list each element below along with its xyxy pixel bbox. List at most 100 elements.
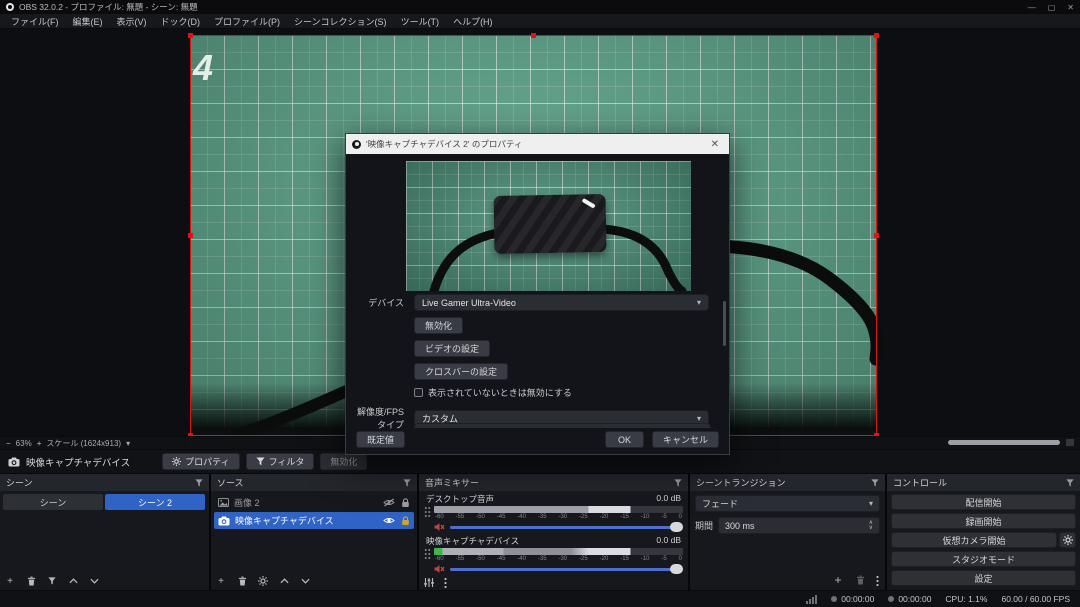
dialog-close-button[interactable]: ✕ [707,139,723,150]
scale-label: スケール (1624x913) [46,438,121,449]
volume-slider[interactable] [450,526,683,529]
duration-spinbox[interactable]: 300 ms ∧∨ [718,517,880,534]
lock-icon[interactable] [401,516,410,526]
record-time-stat: 00:00:00 [888,594,931,604]
virtual-camera-config-button[interactable] [1059,532,1076,548]
start-recording-button[interactable]: 録画開始 [891,513,1076,529]
selection-handle-left-center[interactable] [188,233,193,238]
dock-menu-icon[interactable] [195,479,203,487]
add-source-button[interactable]: + [215,575,227,587]
settings-button[interactable]: 設定 [891,570,1076,586]
volume-slider-handle[interactable] [670,564,683,574]
source-row-image[interactable]: 画像 2 [214,494,414,511]
maximize-button[interactable]: ▢ [1048,3,1056,12]
transitions-body: フェード ▾ 期間 300 ms ∧∨ + [690,491,885,590]
defaults-button[interactable]: 既定値 [356,431,405,448]
advanced-audio-button[interactable] [423,576,435,588]
transitions-dock-header[interactable]: シーントランジション [690,474,885,491]
transition-properties-kebab-icon[interactable] [876,575,879,586]
dialog-scrollbar-thumb[interactable] [723,301,726,346]
scale-caret-icon[interactable]: ▾ [126,439,130,448]
selection-handle-right-center[interactable] [874,233,879,238]
move-scene-down-button[interactable] [88,575,100,587]
menu-edit[interactable]: 編集(E) [66,15,110,28]
cancel-button[interactable]: キャンセル [652,431,719,448]
eye-slash-icon[interactable] [383,498,395,507]
chevron-down-icon: ▾ [869,499,873,508]
add-scene-button[interactable]: + [4,575,16,587]
lock-icon[interactable] [401,498,410,508]
controls-dock-header[interactable]: コントロール [887,474,1080,491]
configure-crossbar-button[interactable]: クロスバーの設定 [414,363,508,380]
menu-profile[interactable]: プロファイル(P) [207,15,287,28]
source-properties-dialog: '映像キャプチャデバイス 2' のプロパティ ✕ デバイス Live Gamer… [345,133,730,455]
selection-handle-top-right[interactable] [874,33,879,38]
configure-video-button[interactable]: ビデオの設定 [414,340,490,357]
mute-speaker-icon[interactable] [434,564,445,574]
filters-button[interactable]: フィルタ [246,453,315,470]
close-button[interactable]: ✕ [1067,3,1074,12]
menu-docks[interactable]: ドック(D) [154,15,208,28]
volume-slider[interactable] [450,568,683,571]
mixer-dock-header[interactable]: 音声ミキサー [419,474,688,491]
horizontal-scrollbar-thumb[interactable] [948,440,1060,445]
menu-help[interactable]: ヘルプ(H) [446,15,500,28]
zoom-in-button[interactable]: + [37,439,42,448]
transitions-title: シーントランジション [696,476,786,489]
volume-slider-handle[interactable] [670,522,683,532]
menu-view[interactable]: 表示(V) [110,15,154,28]
minimize-button[interactable]: — [1028,3,1036,12]
menu-scene-collection[interactable]: シーンコレクション(S) [287,15,394,28]
sliders-icon [424,578,434,587]
selection-handle-top-left[interactable] [188,33,193,38]
status-bar: 00:00:00 00:00:00 CPU: 1.1% 60.00 / 60.0… [0,590,1080,607]
dock-menu-icon[interactable] [674,479,682,487]
remove-source-button[interactable] [236,575,248,587]
filters-label: フィルタ [269,455,305,468]
dialog-titlebar[interactable]: '映像キャプチャデバイス 2' のプロパティ ✕ [346,134,729,154]
source-properties-button[interactable] [257,575,269,587]
move-scene-up-button[interactable] [67,575,79,587]
device-select[interactable]: Live Gamer Ultra-Video ▾ [414,294,709,311]
scenes-dock-header[interactable]: シーン [0,474,209,491]
device-label: デバイス [346,296,404,309]
studio-mode-button[interactable]: スタジオモード [891,551,1076,567]
spin-down-icon[interactable]: ∨ [869,526,873,531]
scene-filters-button[interactable] [46,575,58,587]
remove-scene-button[interactable] [25,575,37,587]
mixer-menu-kebab-icon[interactable] [444,577,447,588]
sources-dock-header[interactable]: ソース [211,474,417,491]
scene-item-2[interactable]: シーン 2 [105,494,205,510]
start-virtual-camera-button[interactable]: 仮想カメラ開始 [891,532,1057,548]
start-streaming-button[interactable]: 配信開始 [891,494,1076,510]
mute-speaker-icon[interactable] [434,522,445,532]
gear-icon [1063,535,1073,545]
deactivate-button[interactable]: 無効化 [320,453,367,470]
zoom-out-button[interactable]: − [6,439,11,448]
selection-handle-top-center[interactable] [531,33,536,38]
deactivate-when-not-showing-checkbox[interactable]: 表示されていないときは無効にする [414,386,572,399]
transition-select[interactable]: フェード ▾ [695,495,880,512]
channel-grip-handle[interactable] [424,506,431,518]
window-title: OBS 32.0.2 - プロファイル: 無題 - シーン: 無題 [19,1,198,13]
add-transition-button[interactable]: + [832,574,844,586]
menu-file[interactable]: ファイル(F) [4,15,66,28]
properties-button[interactable]: プロパティ [162,453,239,470]
move-source-up-button[interactable] [278,575,290,587]
volume-meter [434,506,683,513]
move-source-down-button[interactable] [299,575,311,587]
dock-menu-icon[interactable] [1066,479,1074,487]
source-row-capture-device[interactable]: 映像キャプチャデバイス [214,512,414,529]
eye-icon[interactable] [383,516,395,525]
trash-icon [238,576,247,586]
dock-menu-icon[interactable] [403,479,411,487]
network-bars-icon [806,595,817,604]
remove-transition-button[interactable] [854,574,866,586]
source-label: 画像 2 [234,496,260,509]
ok-button[interactable]: OK [605,431,644,448]
dock-menu-icon[interactable] [871,479,879,487]
scene-item-1[interactable]: シーン [3,494,103,510]
deactivate-device-button[interactable]: 無効化 [414,317,463,334]
channel-grip-handle[interactable] [424,548,431,560]
menu-tools[interactable]: ツール(T) [394,15,447,28]
